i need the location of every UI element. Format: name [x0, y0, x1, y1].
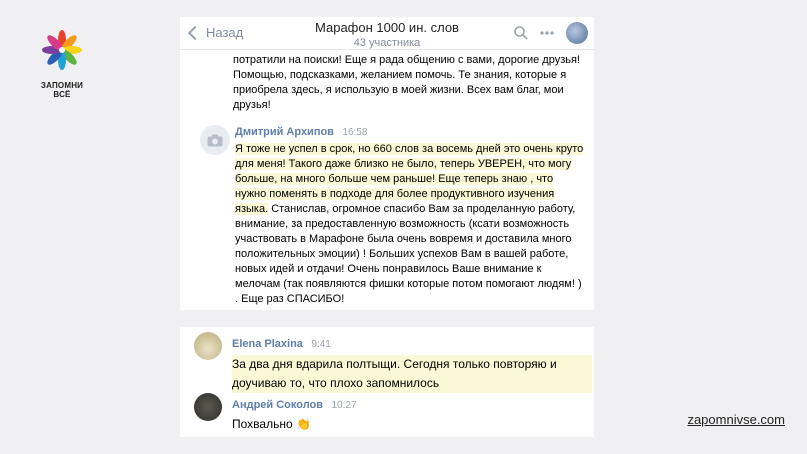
message-header: Андрей Соколов 10:27 [232, 395, 592, 413]
avatar[interactable] [200, 125, 230, 155]
brand-name: ЗАПОМНИ ВСЁ [40, 81, 84, 99]
message-header: Elena Plaxina 9:41 [232, 334, 592, 352]
message-time: 16:58 [342, 127, 368, 138]
clapping-hands-icon: 👏 [295, 417, 311, 431]
chat-panel-bottom: Elena Plaxina 9:41 За два дня вдарила по… [180, 327, 594, 437]
message-header: Дмитрий Архипов 16:58 [235, 122, 585, 140]
avatar[interactable] [194, 332, 222, 360]
message-text: Похвально 👏 [232, 415, 592, 434]
message-text: За два дня вдарила полтыщи. Сегодня толь… [232, 355, 592, 393]
author-name[interactable]: Андрей Соколов [232, 399, 323, 411]
chat-panel: Назад Марафон 1000 ин. слов 43 участника… [180, 17, 594, 310]
author-name[interactable]: Elena Plaxina [232, 338, 303, 350]
message-text-content: Похвально [232, 417, 293, 431]
previous-message-tail: потратили на поиски! Еще я рада общению … [233, 54, 580, 111]
camera-icon [207, 134, 223, 146]
more-icon[interactable] [540, 31, 554, 35]
header-actions [514, 22, 588, 44]
search-icon[interactable] [514, 26, 528, 40]
message-time: 10:27 [331, 400, 357, 411]
author-name[interactable]: Дмитрий Архипов [235, 126, 334, 138]
site-link[interactable]: zapomnivse.com [687, 412, 785, 427]
chat-header: Назад Марафон 1000 ин. слов 43 участника [180, 17, 594, 50]
brand-logo: ЗАПОМНИ ВСЁ [32, 28, 92, 99]
message-time: 9:41 [311, 339, 331, 350]
chat-avatar[interactable] [566, 22, 588, 44]
message-text: Я тоже не успел в срок, но 660 слов за в… [235, 142, 585, 307]
avatar[interactable] [194, 393, 222, 421]
flower-logo-icon [42, 30, 82, 70]
message-text-rest: Станислав, огромное спасибо Вам за проде… [235, 203, 582, 305]
